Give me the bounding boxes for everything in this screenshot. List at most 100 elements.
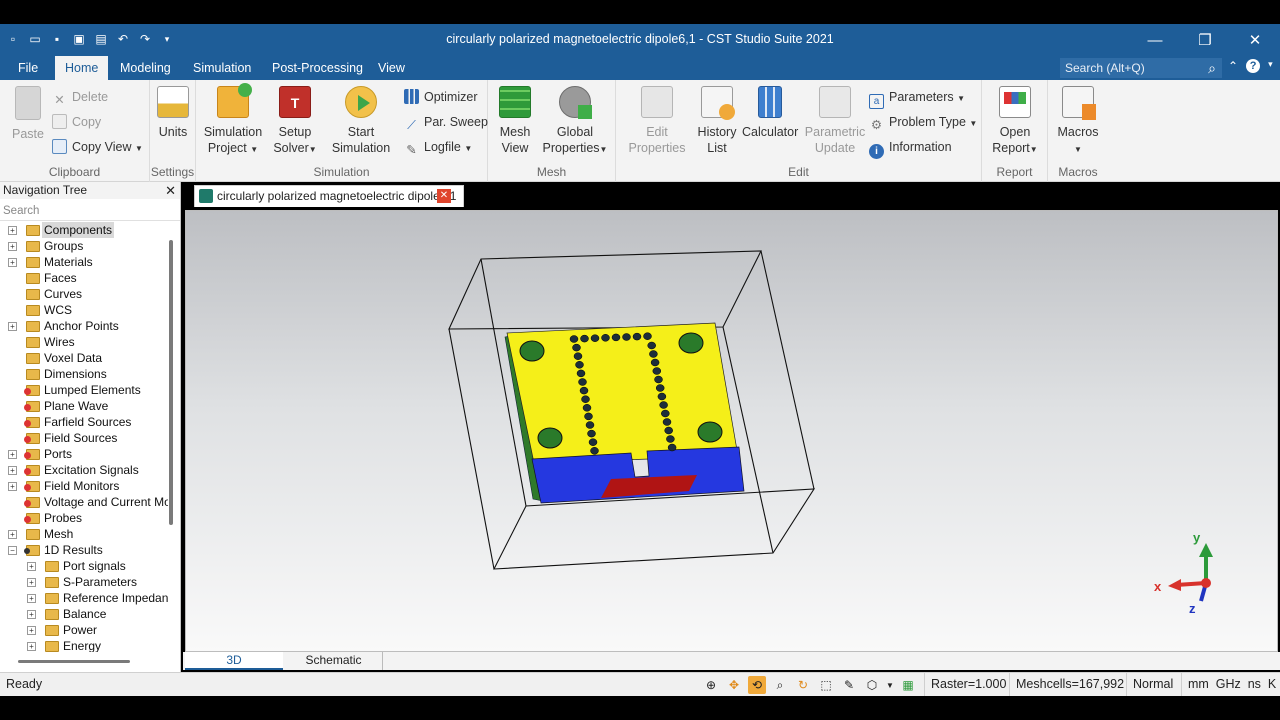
setup-solver-button[interactable]: T Setup Solver▼ (272, 86, 318, 158)
x-axis-arrow (1168, 579, 1181, 591)
edit-properties-button[interactable]: Edit Properties (624, 86, 690, 156)
copy-view-icon (52, 139, 67, 154)
folder-red-icon (24, 513, 40, 524)
spin-icon[interactable]: ↻ (794, 676, 812, 694)
copy-view-button[interactable]: Copy View ▼ (52, 137, 143, 157)
expand-icon[interactable]: + (8, 322, 17, 331)
collapse-icon[interactable]: − (8, 546, 17, 555)
y-axis-label: y (1193, 530, 1201, 545)
macros-button[interactable]: Macros ▼ (1052, 86, 1104, 158)
view-cube-icon[interactable]: ⬡ (863, 676, 881, 694)
expand-icon[interactable]: + (27, 562, 36, 571)
chevron-down-icon: ▼ (599, 145, 608, 154)
tab-file[interactable]: File (8, 56, 48, 80)
group-label-simulation: Simulation (313, 165, 370, 179)
3d-viewport[interactable]: y x z (185, 210, 1278, 652)
status-mode[interactable]: Normal (1126, 673, 1179, 696)
minimize-icon[interactable]: — (1130, 24, 1180, 56)
parameters-button[interactable]: a Parameters ▼ (869, 87, 965, 109)
tab-view[interactable]: View (368, 56, 415, 80)
expand-icon[interactable]: + (27, 594, 36, 603)
expand-icon[interactable]: + (8, 466, 17, 475)
optimizer-button[interactable]: Optimizer (404, 87, 477, 107)
group-settings: Units Settings (150, 80, 196, 182)
delete-button[interactable]: ✕ Delete (52, 87, 108, 107)
window-title: circularly polarized magnetoelectric dip… (446, 32, 834, 46)
select-icon[interactable]: ⬚ (817, 676, 835, 694)
delete-label: Delete (72, 90, 109, 104)
paste-button[interactable]: Paste (8, 86, 48, 142)
edit-properties-label-1: Edit (646, 125, 668, 139)
simulation-project-button[interactable]: Simulation Project ▼ (202, 83, 264, 158)
nav-horizontal-scrollbar[interactable] (18, 660, 130, 663)
expand-icon[interactable]: + (8, 530, 17, 539)
pick-icon[interactable]: ✎ (840, 676, 858, 694)
folder-icon (26, 305, 40, 316)
parametric-update-button[interactable]: Parametric Update (802, 86, 868, 156)
simulation-project-label-1: Simulation (203, 125, 263, 139)
folder-red-icon (24, 481, 40, 492)
via-hole (576, 369, 586, 378)
via-hole (664, 426, 673, 435)
close-icon[interactable]: ✕ (165, 182, 176, 199)
information-button[interactable]: i Information (869, 137, 952, 159)
nav-vertical-scrollbar[interactable] (169, 240, 173, 525)
collapse-ribbon-icon[interactable]: ⌃ (1228, 59, 1238, 73)
open-report-button[interactable]: Open Report▼ (988, 86, 1042, 158)
close-icon[interactable]: ✕ (1230, 24, 1280, 56)
tab-3d[interactable]: 3D (185, 652, 283, 670)
calculator-button[interactable]: Calculator (742, 86, 798, 140)
global-properties-button[interactable]: Global Properties▼ (542, 86, 608, 158)
start-simulation-button[interactable]: Start Simulation (328, 86, 394, 156)
app-window: ▫ ▭ ▪ ▣ ▤ ↶ ↷ ▾ circularly polarized mag… (0, 0, 1280, 720)
restore-icon[interactable]: ❐ (1180, 24, 1230, 56)
par-sweep-button[interactable]: ⟋ Par. Sweep (404, 112, 488, 132)
copy-button[interactable]: Copy (52, 112, 101, 132)
zoom-icon[interactable]: ⌕ (771, 676, 789, 694)
window-controls: — ❐ ✕ (1130, 24, 1280, 56)
tree-item-label: Components (42, 222, 115, 238)
units-button[interactable]: Units (154, 86, 192, 140)
tree-item-label: Anchor Points (44, 319, 119, 333)
via-hole (584, 412, 593, 421)
rotate-icon[interactable]: ⟲ (748, 676, 766, 694)
mesh-toggle-icon[interactable]: ▦ (899, 676, 917, 694)
expand-icon[interactable]: + (8, 482, 17, 491)
tree-item-label: Reference Impedanc (63, 591, 168, 605)
expand-icon[interactable]: + (27, 610, 36, 619)
zoom-fit-icon[interactable]: ⊕ (702, 676, 720, 694)
tab-modeling[interactable]: Modeling (110, 56, 181, 80)
dropdown-icon[interactable]: ▼ (886, 676, 894, 694)
expand-icon[interactable]: + (27, 642, 36, 651)
via-hole (582, 404, 592, 412)
logfile-button[interactable]: ✎ Logfile ▼ (404, 137, 472, 157)
view-tabs: 3D Schematic (183, 652, 1280, 670)
group-label-macros: Macros (1058, 165, 1098, 179)
expand-icon[interactable]: + (27, 578, 36, 587)
group-report: Open Report▼ Report (982, 80, 1048, 182)
expand-icon[interactable]: + (27, 626, 36, 635)
tab-simulation[interactable]: Simulation (183, 56, 261, 80)
edit-properties-label-2: Properties (628, 141, 686, 155)
help-icon[interactable]: ? (1246, 59, 1261, 73)
mesh-view-button[interactable]: Mesh View (494, 86, 536, 156)
expand-icon[interactable]: + (8, 258, 17, 267)
close-icon[interactable]: ✕ (437, 189, 451, 203)
expand-icon[interactable]: + (8, 226, 17, 235)
help-dropdown-icon[interactable]: ▾ (1268, 59, 1273, 73)
history-list-button[interactable]: History List (696, 86, 738, 156)
tab-schematic[interactable]: Schematic (285, 652, 383, 670)
document-tab[interactable]: circularly polarized magnetoelectric dip… (194, 185, 464, 207)
status-units[interactable]: mm GHz ns K (1181, 673, 1280, 696)
pan-icon[interactable]: ✥ (725, 676, 743, 694)
nav-search-input[interactable]: Search (0, 201, 180, 221)
problem-type-button[interactable]: ⚙ Problem Type ▼ (869, 112, 977, 132)
group-label-mesh: Mesh (536, 165, 567, 179)
copy-view-label: Copy View (72, 140, 132, 154)
tab-post-processing[interactable]: Post-Processing (262, 56, 373, 80)
expand-icon[interactable]: + (8, 450, 17, 459)
via-hole (649, 350, 658, 358)
tab-home[interactable]: Home (55, 56, 109, 80)
search-input[interactable]: Search (Alt+Q) ⌕ (1060, 58, 1222, 78)
expand-icon[interactable]: + (8, 242, 17, 251)
